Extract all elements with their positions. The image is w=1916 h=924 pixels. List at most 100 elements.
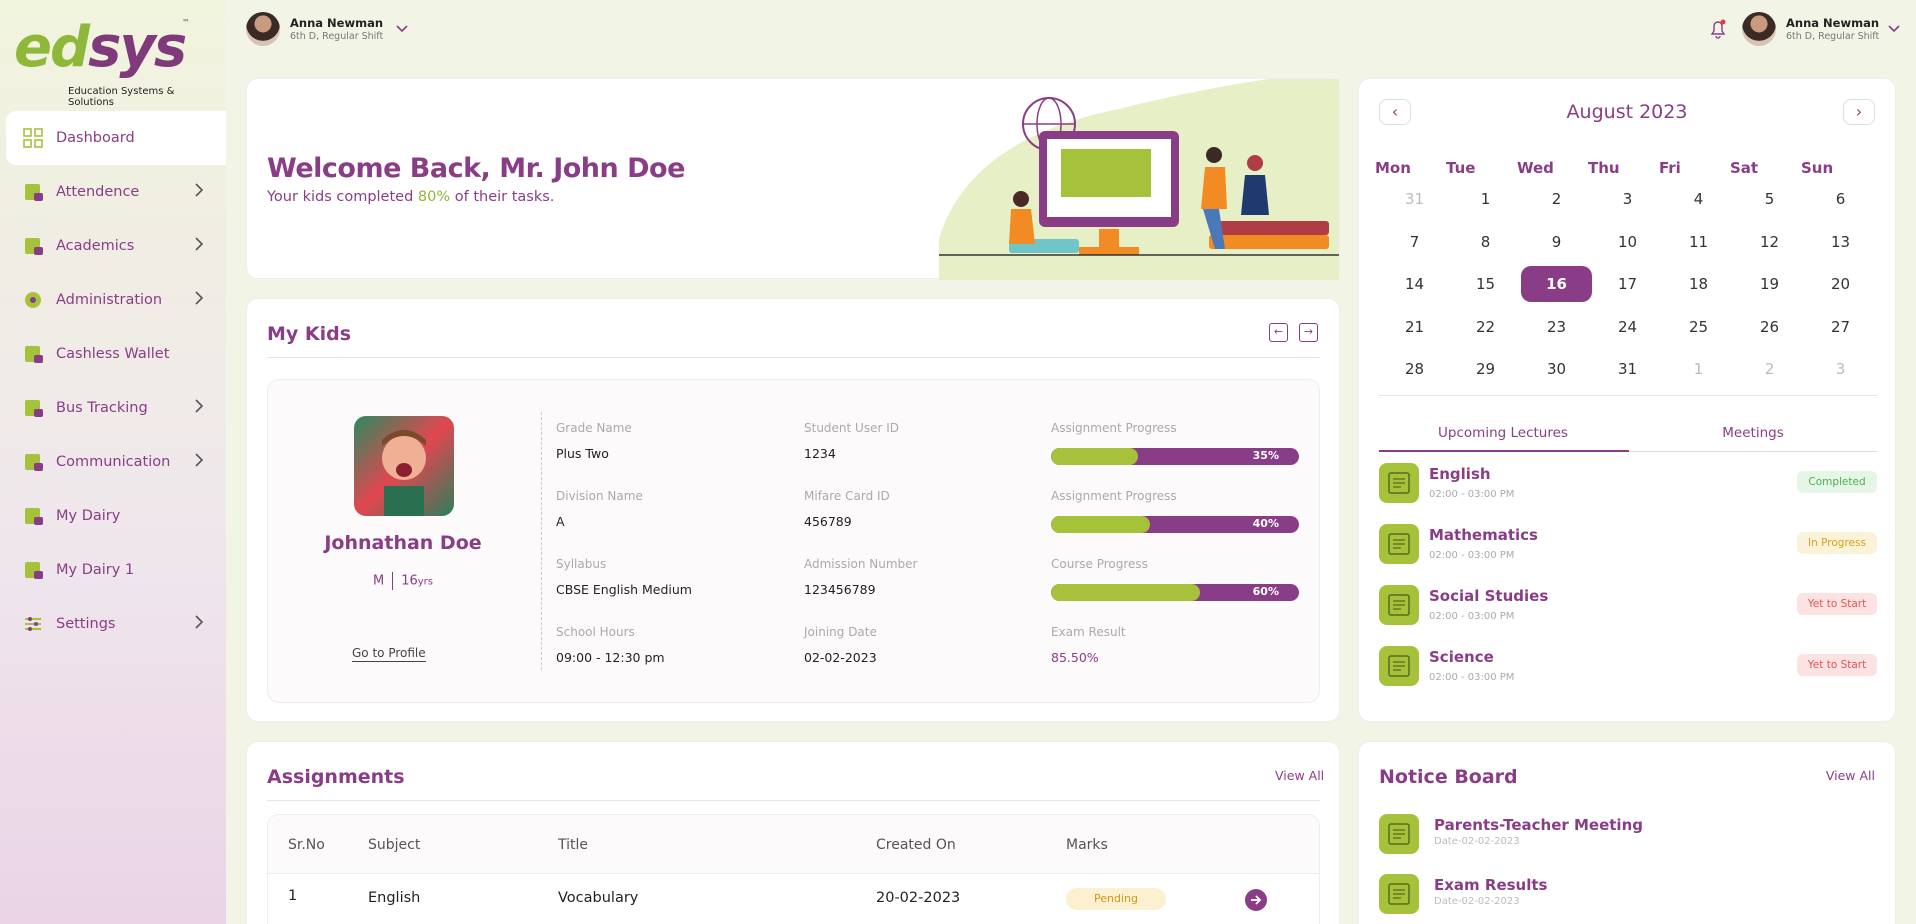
calendar-day[interactable]: 8 — [1450, 224, 1521, 260]
sidebar-item-academics[interactable]: Academics — [6, 219, 226, 273]
logo-trademark: ™ — [182, 18, 190, 27]
calendar-day[interactable]: 13 — [1805, 224, 1876, 260]
sidebar-item-settings[interactable]: Settings — [6, 597, 226, 651]
sidebar-item-cashless-wallet[interactable]: Cashless Wallet — [6, 327, 226, 381]
calendar-day[interactable]: 30 — [1521, 351, 1592, 387]
sidebar-item-my-dairy-1[interactable]: My Dairy 1 — [6, 543, 226, 597]
sidebar-item-label: Settings — [56, 616, 116, 632]
sidebar-item-my-dairy[interactable]: My Dairy — [6, 489, 226, 543]
calendar-day[interactable]: 5 — [1734, 181, 1805, 217]
lecture-time: 02:00 - 03:00 PM — [1429, 550, 1515, 561]
view-all-link[interactable]: View All — [1275, 768, 1324, 783]
calendar-day[interactable]: 4 — [1663, 181, 1734, 217]
sidebar-item-label: My Dairy — [56, 508, 121, 524]
go-to-profile-link[interactable]: Go to Profile — [352, 646, 426, 662]
divider — [267, 800, 1320, 801]
calendar-day[interactable]: 21 — [1379, 309, 1450, 345]
notice-title: Parents-Teacher Meeting — [1434, 816, 1643, 834]
progress-label: Assignment Progress — [1051, 421, 1177, 435]
cell-subject: English — [368, 890, 421, 906]
progress-label: Assignment Progress — [1051, 489, 1177, 503]
lecture-item[interactable]: Science 02:00 - 03:00 PM Yet to Start — [1379, 646, 1877, 696]
calendar-day[interactable]: 1 — [1450, 181, 1521, 217]
calendar-day[interactable]: 31 — [1379, 181, 1450, 217]
prev-kid-button[interactable]: ← — [1269, 323, 1288, 342]
lecture-item[interactable]: English 02:00 - 03:00 PM Completed — [1379, 463, 1877, 513]
chevron-right-icon — [194, 290, 206, 310]
chevron-right-icon — [194, 236, 206, 256]
calendar-day[interactable]: 20 — [1805, 266, 1876, 302]
calendar-day[interactable]: 31 — [1592, 351, 1663, 387]
calendar-day[interactable]: 25 — [1663, 309, 1734, 345]
calendar-day[interactable]: 1 — [1663, 351, 1734, 387]
lecture-name: Science — [1429, 648, 1494, 666]
assignment-progress-bar: 40% — [1051, 516, 1299, 533]
calendar-day[interactable]: 24 — [1592, 309, 1663, 345]
calendar-day[interactable]: 18 — [1663, 266, 1734, 302]
subject-icon — [1379, 646, 1419, 686]
sidebar-item-attendence[interactable]: Attendence — [6, 165, 226, 219]
calendar-day[interactable]: 12 — [1734, 224, 1805, 260]
calendar-day[interactable]: 2 — [1521, 181, 1592, 217]
calendar-day[interactable]: 3 — [1592, 181, 1663, 217]
calendar-day[interactable]: 17 — [1592, 266, 1663, 302]
calendar-day[interactable]: 10 — [1592, 224, 1663, 260]
sidebar-item-communication[interactable]: Communication — [6, 435, 226, 489]
sidebar-item-bus-tracking[interactable]: Bus Tracking — [6, 381, 226, 435]
next-kid-button[interactable]: → — [1299, 323, 1318, 342]
calendar-day[interactable]: 6 — [1805, 181, 1876, 217]
section-title: My Kids — [267, 323, 352, 345]
calendar-day[interactable]: 19 — [1734, 266, 1805, 302]
section-title: Notice Board — [1379, 766, 1518, 788]
lecture-name: Social Studies — [1429, 587, 1549, 605]
calendar-day[interactable]: 23 — [1521, 309, 1592, 345]
user-meta: 6th D, Regular Shift — [1786, 30, 1880, 42]
calendar-day[interactable]: 7 — [1379, 224, 1450, 260]
tab-meetings[interactable]: Meetings — [1629, 425, 1877, 441]
sidebar-item-label: Dashboard — [56, 130, 135, 146]
tab-upcoming-lectures[interactable]: Upcoming Lectures — [1379, 425, 1627, 441]
kid-meta: M 16yrs — [298, 572, 508, 590]
user-name: Anna Newman — [290, 15, 384, 30]
calendar-day[interactable]: 3 — [1805, 351, 1876, 387]
chevron-right-icon — [194, 398, 206, 418]
column-header: Created On — [876, 837, 956, 853]
calendar-day[interactable]: 2 — [1734, 351, 1805, 387]
calendar-day[interactable]: 11 — [1663, 224, 1734, 260]
cog-icon — [22, 289, 44, 311]
next-month-button[interactable]: › — [1843, 99, 1875, 125]
syllabus-field: Syllabus CBSE English Medium — [556, 557, 692, 597]
calendar-day-today[interactable]: 16 — [1521, 266, 1592, 302]
view-all-link[interactable]: View All — [1826, 768, 1875, 783]
open-assignment-button[interactable] — [1245, 889, 1267, 911]
welcome-subtitle: Your kids completed 80% of their tasks. — [267, 189, 555, 205]
calendar-day[interactable]: 29 — [1450, 351, 1521, 387]
kid-photo — [354, 416, 454, 516]
calendar-day[interactable]: 14 — [1379, 266, 1450, 302]
calendar-day[interactable]: 26 — [1734, 309, 1805, 345]
lecture-item[interactable]: Social Studies 02:00 - 03:00 PM Yet to Sta… — [1379, 585, 1877, 635]
edsys-logo[interactable]: edsys ™ Education Systems & Solutions — [14, 18, 214, 109]
lecture-time: 02:00 - 03:00 PM — [1429, 489, 1515, 500]
bell-icon[interactable] — [1708, 18, 1728, 40]
student-id-field: Student User ID 1234 — [804, 421, 899, 461]
sidebar-item-dashboard[interactable]: Dashboard — [6, 111, 226, 165]
calendar-day[interactable]: 27 — [1805, 309, 1876, 345]
joining-date-field: Joining Date 02-02-2023 — [804, 625, 877, 665]
notice-item[interactable]: Exam Results Date-02-02-2023 — [1379, 874, 1877, 924]
calendar-day[interactable]: 22 — [1450, 309, 1521, 345]
table-row[interactable]: 1 English Vocabulary 20-02-2023 Pending — [267, 874, 1320, 924]
calendar-day[interactable]: 28 — [1379, 351, 1450, 387]
user-switcher[interactable]: Anna Newman 6th D, Regular Shift — [246, 12, 409, 46]
notice-item[interactable]: Parents-Teacher Meeting Date-02-02-2023 — [1379, 814, 1877, 864]
sidebar-item-label: Communication — [56, 454, 171, 470]
calendar-day[interactable]: 15 — [1450, 266, 1521, 302]
sidebar-item-administration[interactable]: Administration — [6, 273, 226, 327]
profile-menu[interactable]: Anna Newman 6th D, Regular Shift — [1742, 12, 1901, 46]
lecture-item[interactable]: Mathematics 02:00 - 03:00 PM In Progress — [1379, 524, 1877, 574]
status-badge: Completed — [1797, 471, 1877, 493]
kid-profile-box: Johnathan Doe M 16yrs Go to Profile Grade… — [267, 379, 1320, 703]
calendar-day[interactable]: 9 — [1521, 224, 1592, 260]
subject-icon — [1379, 463, 1419, 503]
cell-title: Vocabulary — [558, 890, 639, 906]
